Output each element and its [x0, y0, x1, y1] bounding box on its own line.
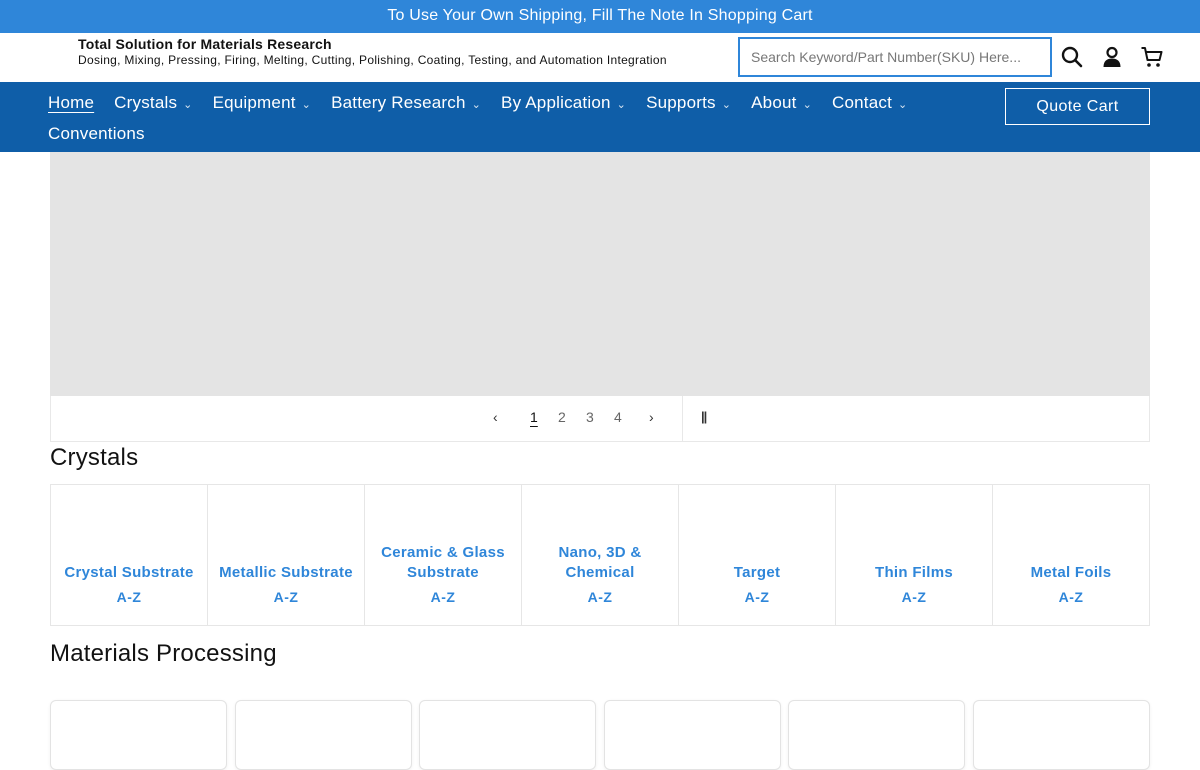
slider-controls: ‹ 1 2 3 4 › || — [50, 396, 1150, 442]
category-card[interactable]: Crystal Substrate A-Z — [51, 485, 208, 625]
category-card[interactable]: Ceramic & Glass Substrate A-Z — [365, 485, 522, 625]
announcement-text: To Use Your Own Shipping, Fill The Note … — [387, 7, 813, 24]
processing-card[interactable] — [788, 700, 965, 770]
nav-item-crystals[interactable]: Crystals ⌄ — [114, 93, 192, 113]
nav-item-supports[interactable]: Supports ⌄ — [646, 93, 731, 113]
section-title-materials-processing: Materials Processing — [50, 640, 277, 667]
category-card[interactable]: Thin Films A-Z — [836, 485, 993, 625]
nav-label: By Application — [501, 93, 611, 112]
nav-label: Contact — [832, 93, 892, 112]
category-card[interactable]: Nano, 3D & Chemical A-Z — [522, 485, 679, 625]
nav-label: Supports — [646, 93, 716, 112]
category-card[interactable]: Metallic Substrate A-Z — [208, 485, 365, 625]
nav-item-equipment[interactable]: Equipment ⌄ — [213, 93, 312, 113]
slider-dot[interactable]: 4 — [614, 409, 622, 425]
chevron-down-icon: ⌄ — [721, 98, 732, 111]
nav-item-about[interactable]: About ⌄ — [751, 93, 812, 113]
nav-label: Equipment — [212, 93, 296, 112]
account-icon[interactable] — [1100, 45, 1124, 69]
category-name: Metallic Substrate — [219, 564, 353, 581]
nav-menu: Home Crystals ⌄ Equipment ⌄ Battery Resear… — [48, 92, 927, 114]
nav-item-by-application[interactable]: By Application ⌄ — [501, 93, 626, 113]
nav-label: About — [751, 93, 797, 112]
slider-next-icon[interactable]: › — [649, 409, 654, 425]
processing-card[interactable] — [235, 700, 412, 770]
section-title-crystals: Crystals — [50, 444, 139, 471]
processing-card[interactable] — [50, 700, 227, 770]
brand-subtitle: Dosing, Mixing, Pressing, Firing, Meltin… — [78, 53, 667, 67]
announcement-bar: To Use Your Own Shipping, Fill The Note … — [0, 0, 1200, 33]
nav-label: Home — [48, 93, 95, 112]
slider-dot[interactable]: 3 — [586, 409, 594, 425]
processing-card[interactable] — [604, 700, 781, 770]
category-name: Crystal Substrate — [64, 564, 194, 581]
category-az-link[interactable]: A-Z — [431, 587, 456, 607]
hero-slide[interactable] — [50, 152, 1150, 396]
category-card[interactable]: Metal Foils A-Z — [993, 485, 1149, 625]
category-az-link[interactable]: A-Z — [1059, 587, 1084, 607]
chevron-down-icon: ⌄ — [802, 98, 812, 111]
pause-icon[interactable]: || — [701, 409, 707, 424]
cart-icon[interactable] — [1140, 45, 1164, 69]
nav-item-battery-research[interactable]: Battery Research ⌄ — [331, 93, 481, 113]
quote-cart-button[interactable]: Quote Cart — [1005, 88, 1150, 125]
brand-block[interactable]: Total Solution for Materials Research Do… — [78, 36, 667, 68]
category-az-link[interactable]: A-Z — [588, 587, 613, 607]
category-az-link[interactable]: A-Z — [902, 587, 927, 607]
main-nav: Home Crystals ⌄ Equipment ⌄ Battery Resear… — [0, 82, 1200, 152]
top-header: Total Solution for Materials Research Do… — [0, 33, 1200, 82]
slider-prev-icon[interactable]: ‹ — [493, 409, 498, 425]
chevron-down-icon: ⌄ — [898, 98, 908, 111]
chevron-down-icon: ⌄ — [471, 98, 482, 111]
category-name: Metal Foils — [1030, 564, 1112, 581]
processing-card[interactable] — [419, 700, 596, 770]
search-icon[interactable] — [1060, 45, 1084, 69]
divider — [682, 396, 683, 441]
category-name: Ceramic & Glass Substrate — [381, 544, 505, 581]
chevron-down-icon: ⌄ — [183, 98, 193, 111]
chevron-down-icon: ⌄ — [616, 98, 627, 111]
chevron-down-icon: ⌄ — [301, 98, 312, 111]
search-input[interactable] — [751, 49, 1050, 65]
category-az-link[interactable]: A-Z — [274, 587, 299, 607]
category-az-link[interactable]: A-Z — [745, 587, 770, 607]
nav-label: Battery Research — [331, 93, 466, 112]
category-az-link[interactable]: A-Z — [117, 587, 142, 607]
nav-item-contact[interactable]: Contact ⌄ — [832, 93, 907, 113]
crystals-category-grid: Crystal Substrate A-Z Metallic Substrate… — [50, 484, 1150, 626]
processing-card[interactable] — [973, 700, 1150, 770]
brand-title: Total Solution for Materials Research — [78, 36, 332, 52]
slider-dot[interactable]: 1 — [530, 409, 538, 425]
search-box — [738, 37, 1052, 77]
nav-item-home[interactable]: Home — [48, 93, 94, 113]
category-name: Target — [733, 564, 781, 581]
nav-label: Crystals — [114, 93, 178, 112]
processing-card-row — [50, 700, 1150, 770]
category-name: Nano, 3D & Chemical — [558, 544, 642, 581]
slider-dot[interactable]: 2 — [558, 409, 566, 425]
nav-item-conventions[interactable]: Conventions — [48, 124, 145, 144]
category-name: Thin Films — [875, 564, 953, 581]
category-card[interactable]: Target A-Z — [679, 485, 836, 625]
